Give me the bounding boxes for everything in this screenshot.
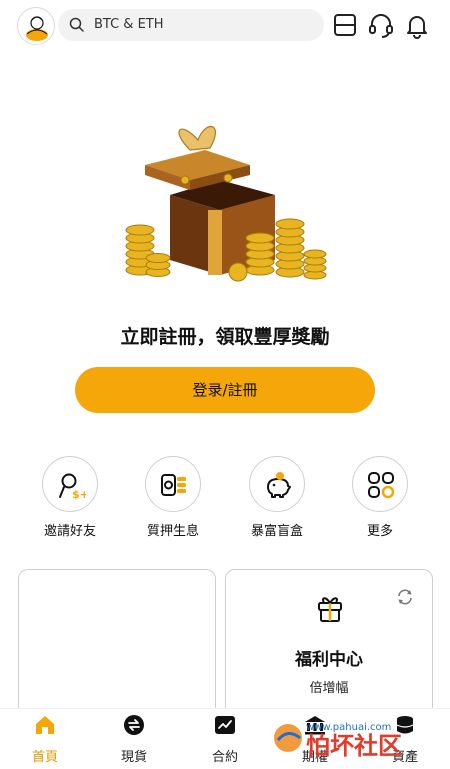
staking-icon	[161, 474, 186, 496]
gift-icon	[318, 597, 342, 622]
search-icon	[69, 17, 84, 32]
nav-home[interactable]: 首頁	[15, 713, 75, 765]
shortcut-invite-friends[interactable]: $+ 邀請好友	[40, 456, 100, 539]
watermark: www.pahuai.com 怕坏社区	[270, 710, 450, 769]
welfare-subtitle: 倍增幅	[309, 681, 349, 696]
login-register-button[interactable]: 登录/註冊	[75, 367, 375, 413]
shortcut-label: 更多	[366, 524, 393, 539]
app-root: BTC & ETH 立即註冊，領取豐厚獎勵 登录/註冊 $+ 邀請好友 質押生息…	[0, 0, 450, 769]
shortcut-label: 暴富盲盒	[250, 524, 303, 539]
refresh-icon[interactable]	[396, 588, 414, 606]
shortcut-blind-box[interactable]: 暴富盲盒	[247, 456, 307, 539]
gift-box-illustration	[125, 125, 327, 282]
headset-icon[interactable]	[367, 11, 395, 39]
top-header: BTC & ETH	[0, 0, 450, 52]
banner-card[interactable]	[18, 569, 216, 729]
shortcut-more[interactable]: 更多	[350, 456, 410, 539]
invite-user-icon: $+	[59, 473, 86, 500]
welfare-title: 福利中心	[295, 650, 363, 670]
avatar[interactable]	[17, 7, 55, 45]
nav-label: 現貨	[120, 750, 147, 765]
spot-exchange-icon	[124, 715, 144, 735]
nav-label: 首頁	[31, 750, 58, 765]
shortcut-staking[interactable]: 質押生息	[143, 456, 203, 539]
avatar-icon	[26, 16, 48, 41]
shortcut-label: 邀請好友	[43, 524, 96, 539]
shortcut-circle: $+	[42, 456, 98, 512]
more-grid-icon	[368, 472, 395, 499]
watermark-logo: www.pahuai.com 怕坏社区	[274, 722, 402, 760]
contract-chart-icon	[215, 716, 235, 734]
piggy-bank-icon	[267, 472, 291, 498]
nav-label: 合約	[211, 750, 238, 765]
watermark-brand: 怕坏社区	[306, 732, 402, 760]
shortcut-label: 質押生息	[146, 524, 199, 539]
welfare-center-card[interactable]: 福利中心 倍增幅	[225, 569, 433, 729]
svg-text:$+: $+	[72, 488, 86, 500]
promo-headline: 立即註冊，領取豐厚獎勵	[120, 326, 330, 348]
search-placeholder: BTC & ETH	[94, 17, 164, 32]
shortcut-circle	[145, 456, 201, 512]
nav-contract[interactable]: 合約	[195, 713, 255, 765]
scan-icon[interactable]	[331, 11, 359, 39]
shortcut-circle	[249, 456, 305, 512]
nav-spot[interactable]: 現貨	[104, 713, 164, 765]
home-icon	[36, 716, 54, 734]
bell-icon[interactable]	[403, 11, 431, 39]
search-bar[interactable]: BTC & ETH	[58, 9, 324, 41]
shortcut-circle	[352, 456, 408, 512]
